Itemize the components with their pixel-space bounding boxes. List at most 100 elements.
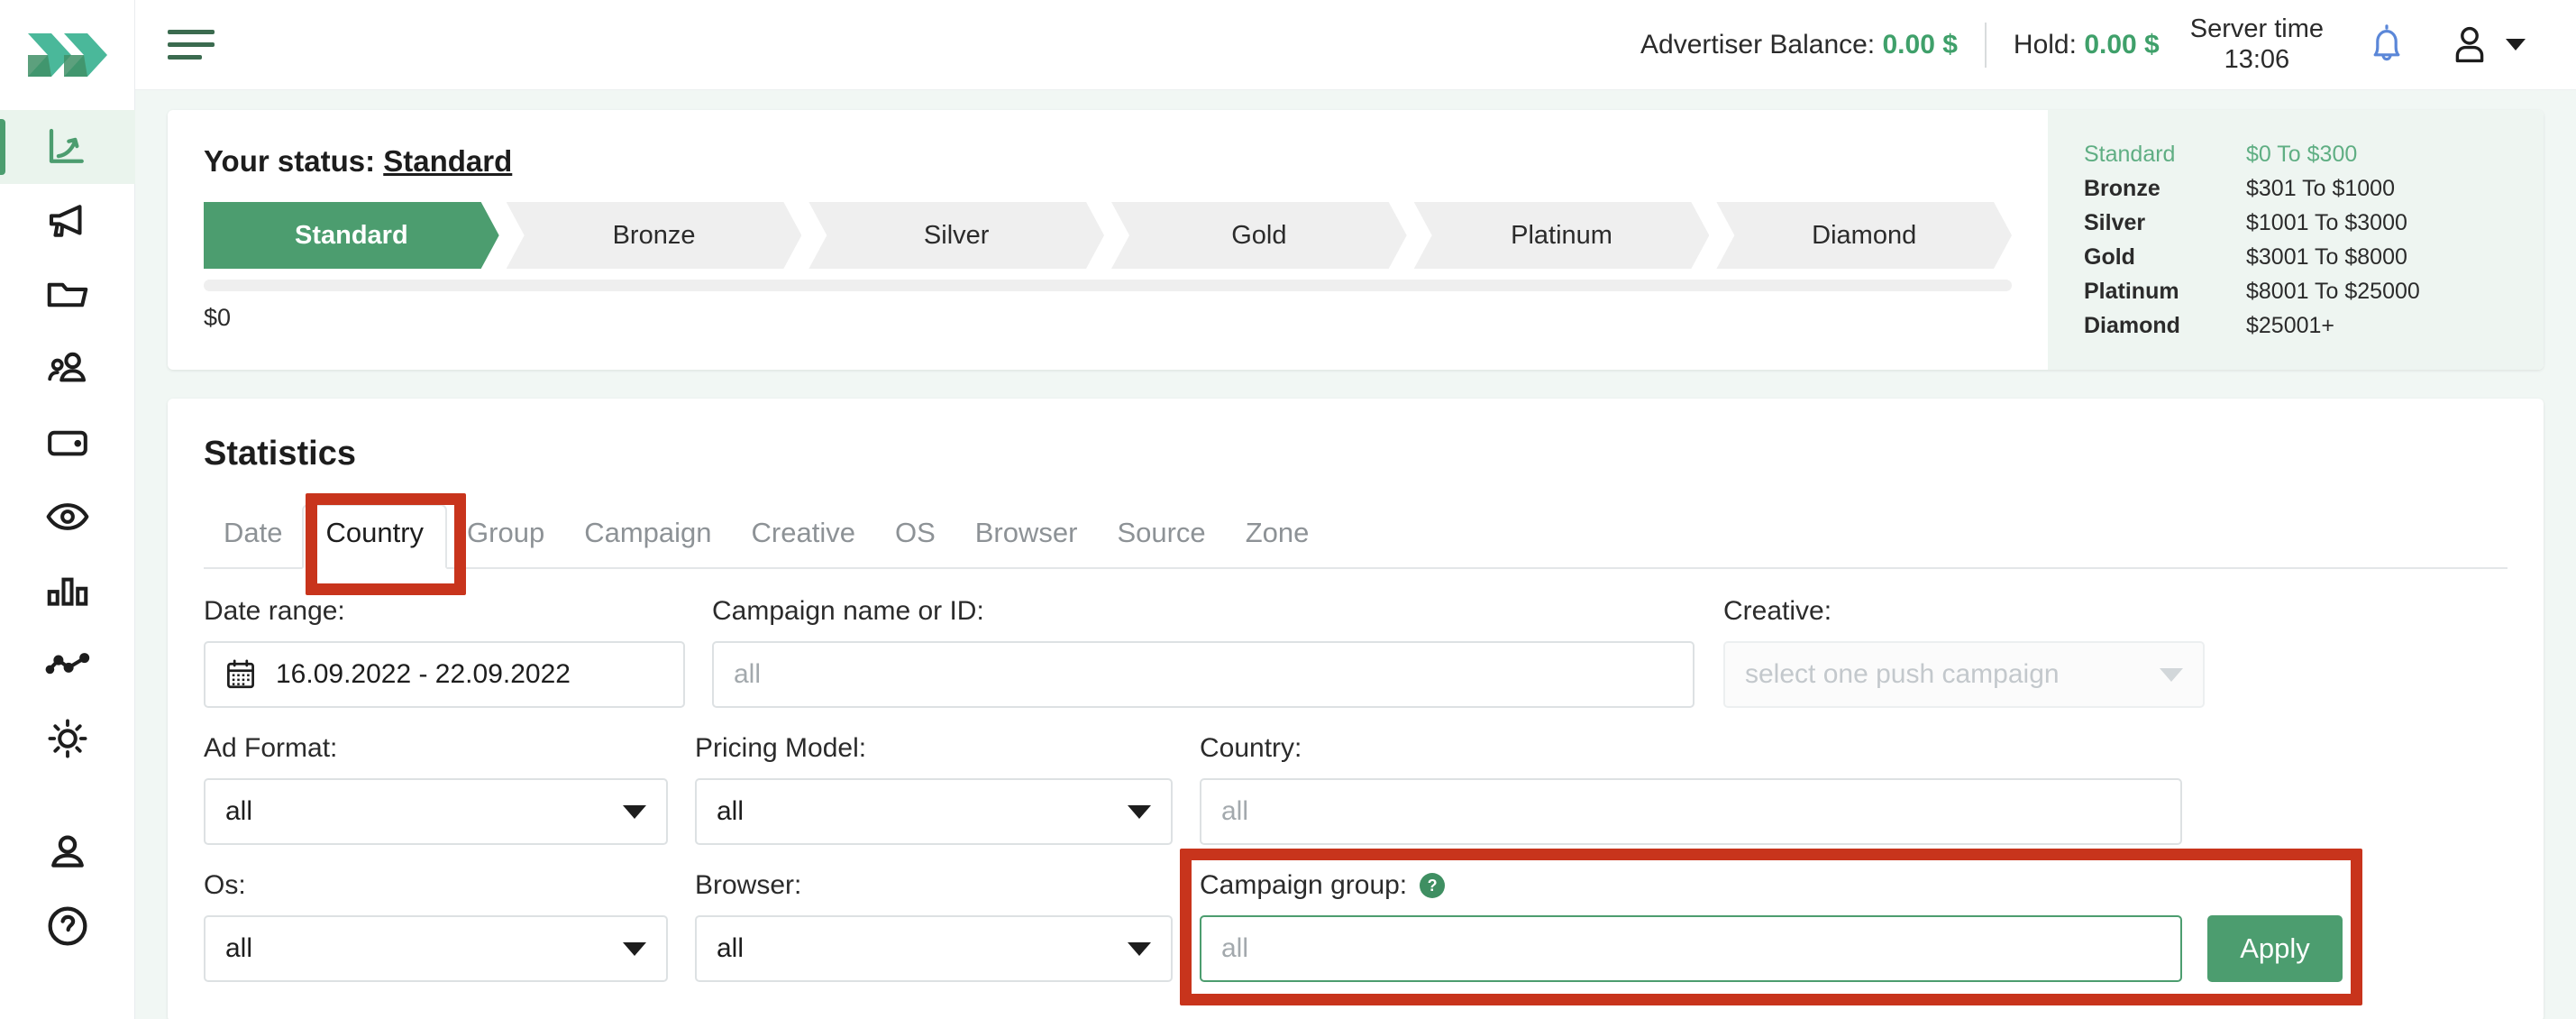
- chevron-down-icon: [623, 804, 646, 819]
- tier-label: Diamond: [1812, 220, 1917, 250]
- sidebar-item-support[interactable]: [0, 889, 135, 963]
- sidebar-item-statistics[interactable]: [0, 110, 135, 184]
- tab-campaign[interactable]: Campaign: [564, 506, 731, 567]
- tab-country[interactable]: Country: [302, 504, 448, 569]
- country-input[interactable]: all: [1200, 778, 2182, 845]
- line-chart-icon: [45, 653, 89, 675]
- topbar-right-group: Advertiser Balance: 0.00 $ Hold: 0.00 $ …: [1640, 14, 2526, 75]
- pricing-model-field: Pricing Model: all: [695, 733, 1173, 845]
- chevron-down-icon: [623, 941, 646, 956]
- pricing-model-select[interactable]: all: [695, 778, 1173, 845]
- users-group-icon: [47, 352, 86, 382]
- chevron-down-icon: [1128, 941, 1151, 956]
- page-title: Statistics: [204, 435, 356, 473]
- sidebar-item-reports[interactable]: [0, 554, 135, 628]
- os-select[interactable]: all: [204, 915, 668, 982]
- country-label: Country:: [1200, 733, 1302, 763]
- pricing-model-label: Pricing Model:: [695, 733, 867, 763]
- date-range-value: 16.09.2022 - 22.09.2022: [276, 659, 571, 689]
- tier-gold[interactable]: Gold: [1111, 202, 1407, 269]
- creative-placeholder: select one push campaign: [1745, 659, 2060, 689]
- legend-tier-range: $8001 To $25000: [2246, 279, 2420, 304]
- sidebar-item-billing[interactable]: [0, 406, 135, 480]
- tier-label: Gold: [1231, 220, 1287, 250]
- sidebar-item-tracking[interactable]: [0, 480, 135, 554]
- status-title-value[interactable]: Standard: [383, 144, 512, 178]
- tab-browser[interactable]: Browser: [955, 506, 1098, 567]
- legend-tier-name: Diamond: [2084, 313, 2180, 338]
- statistics-tabs: Date Country Group Campaign Creative OS …: [204, 493, 2507, 595]
- status-title: Your status: Standard: [204, 144, 2012, 179]
- tier-label: Platinum: [1511, 220, 1612, 250]
- campaign-group-input[interactable]: all: [1200, 915, 2182, 982]
- creative-select[interactable]: select one push campaign: [1723, 641, 2205, 708]
- legend-tier-name: Platinum: [2084, 279, 2179, 304]
- date-range-label: Date range:: [204, 596, 345, 626]
- campaign-name-input[interactable]: all: [712, 641, 1694, 708]
- date-range-input[interactable]: 16.09.2022 - 22.09.2022: [204, 641, 685, 708]
- tier-bronze[interactable]: Bronze: [507, 202, 802, 269]
- server-time: Server time 13:06: [2190, 14, 2324, 75]
- legend-tier-range: $301 To $1000: [2246, 176, 2395, 201]
- tab-creative[interactable]: Creative: [732, 506, 875, 567]
- sidebar-item-theme[interactable]: [0, 702, 135, 776]
- hold-balance: Hold: 0.00 $: [2014, 30, 2160, 60]
- sidebar-item-audience[interactable]: [0, 332, 135, 406]
- legend-row: Bronze $301 To $1000: [2084, 171, 2507, 206]
- sidebar-item-folders[interactable]: [0, 258, 135, 332]
- legend-row: Diamond $25001+: [2084, 308, 2507, 343]
- campaign-group-label-row: Campaign group: ?: [1200, 870, 2182, 901]
- double-chevron-logo-icon: [27, 33, 107, 77]
- sidebar-item-trends[interactable]: [0, 628, 135, 702]
- ad-format-label: Ad Format:: [204, 733, 338, 763]
- os-value: all: [225, 933, 253, 963]
- chevron-down-icon: [1128, 804, 1151, 819]
- tier-progress-bar: Standard Bronze Silver Gold Platinum Dia…: [204, 202, 2012, 269]
- sidebar: [0, 0, 135, 1019]
- chevron-down-icon: [2160, 667, 2183, 682]
- creative-field: Creative: select one push campaign: [1723, 596, 2205, 708]
- tab-zone[interactable]: Zone: [1226, 506, 1329, 567]
- folder-icon: [47, 282, 87, 308]
- browser-select[interactable]: all: [695, 915, 1173, 982]
- user-account-menu[interactable]: [2448, 23, 2526, 68]
- tab-source[interactable]: Source: [1097, 506, 1225, 567]
- tier-legend: Standard $0 To $300 Bronze $301 To $1000…: [2048, 110, 2544, 370]
- campaign-name-field: Campaign name or ID: all: [712, 596, 1694, 708]
- tier-label: Bronze: [612, 220, 696, 250]
- user-account-icon: [2455, 26, 2484, 62]
- statistics-card: Statistics Date Country Group Campaign C…: [168, 399, 2544, 1019]
- app-logo[interactable]: [0, 0, 134, 110]
- filter-row-3: Os: all Browser: all Campaign group: ? a…: [204, 849, 2507, 1005]
- statistics-filter-form: Date range: 16.09.2022 - 22.09.2022 Camp…: [204, 596, 2507, 1005]
- apply-button[interactable]: Apply: [2207, 915, 2343, 982]
- tier-silver[interactable]: Silver: [808, 202, 1104, 269]
- bar-chart-icon: [47, 577, 87, 606]
- tier-platinum[interactable]: Platinum: [1414, 202, 1710, 269]
- campaign-group-field: Campaign group: ? all: [1200, 870, 2182, 982]
- ad-format-field: Ad Format: all: [204, 733, 668, 845]
- hamburger-menu-icon[interactable]: [168, 24, 220, 65]
- campaign-group-section: Campaign group: ? all Apply: [1180, 849, 2362, 1005]
- tab-date[interactable]: Date: [204, 506, 302, 567]
- help-icon[interactable]: ?: [1420, 873, 1446, 898]
- filter-row-2: Ad Format: all Pricing Model: all Countr…: [204, 733, 2507, 845]
- tier-diamond[interactable]: Diamond: [1716, 202, 2012, 269]
- tier-label: Standard: [294, 220, 408, 250]
- tier-standard[interactable]: Standard: [204, 202, 499, 269]
- advertiser-balance-label: Advertiser Balance:: [1640, 29, 1876, 60]
- tab-group[interactable]: Group: [447, 506, 564, 567]
- sidebar-item-profile[interactable]: [0, 815, 135, 889]
- sidebar-item-campaigns[interactable]: [0, 184, 135, 258]
- status-left-panel: Your status: Standard Standard Bronze Si…: [168, 110, 2048, 370]
- tab-os[interactable]: OS: [875, 506, 955, 567]
- main-area: Advertiser Balance: 0.00 $ Hold: 0.00 $ …: [135, 0, 2576, 1019]
- sidebar-nav: [0, 110, 135, 963]
- notification-bell-icon[interactable]: [2365, 22, 2408, 69]
- legend-tier-range: $0 To $300: [2246, 142, 2358, 167]
- ad-format-select[interactable]: all: [204, 778, 668, 845]
- top-header: Advertiser Balance: 0.00 $ Hold: 0.00 $ …: [135, 0, 2576, 90]
- browser-field: Browser: all: [695, 870, 1173, 982]
- hold-value: 0.00 $: [2084, 29, 2160, 60]
- calendar-icon: [225, 658, 256, 691]
